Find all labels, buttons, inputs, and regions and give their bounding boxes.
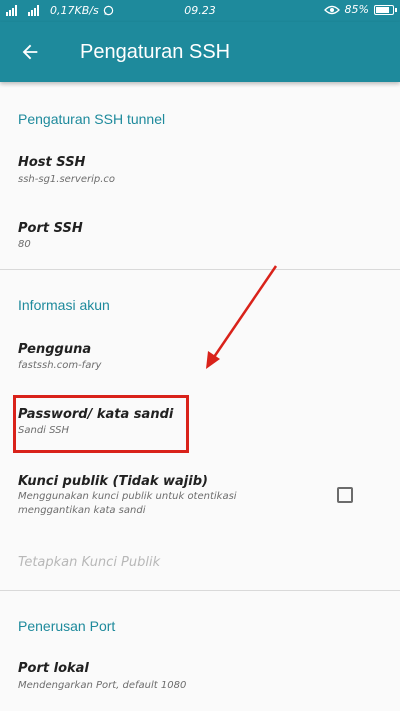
pref-local-port[interactable]: Port lokal Mendengarkan Port, default 10… <box>0 652 400 711</box>
pref-public-key-title: Kunci publik (Tidak wajib) <box>18 474 208 489</box>
pref-local-port-summary: Mendengarkan Port, default 1080 <box>18 680 187 691</box>
section-divider <box>0 269 400 270</box>
arrow-back-icon <box>22 44 38 60</box>
pref-username-summary: fastssh.com-fary <box>18 360 102 371</box>
screen: 0,17KB/s 09.23 85% Pengaturan SSH Pengat… <box>0 0 400 711</box>
annotation-highlight-box <box>13 395 189 453</box>
pref-port-ssh[interactable]: Port SSH 80 <box>0 212 400 272</box>
pref-port-ssh-title: Port SSH <box>18 221 83 236</box>
back-button[interactable] <box>12 34 48 70</box>
pref-set-public-key-title: Tetapkan Kunci Publik <box>18 555 161 570</box>
eye-icon <box>323 5 340 14</box>
section-header-account: Informasi akun <box>18 297 110 313</box>
pref-username-title: Pengguna <box>18 342 92 357</box>
pref-host-ssh-summary: ssh-sg1.serverip.co <box>18 174 116 185</box>
section-header-port-forwarding: Penerusan Port <box>18 618 116 634</box>
battery-icon <box>374 4 397 15</box>
battery-fill <box>376 6 389 13</box>
page-title: Pengaturan SSH <box>80 41 231 63</box>
battery-percent: 85% <box>344 3 369 16</box>
public-key-checkbox[interactable] <box>337 487 353 503</box>
status-right: 85% <box>323 3 397 16</box>
toolbar: Pengaturan SSH <box>0 22 400 82</box>
pref-local-port-title: Port lokal <box>18 661 89 676</box>
status-bar: 0,17KB/s 09.23 85% <box>0 0 400 22</box>
section-header-ssh-tunnel: Pengaturan SSH tunnel <box>18 111 166 127</box>
pref-port-ssh-summary: 80 <box>18 239 31 250</box>
pref-host-ssh[interactable]: Host SSH ssh-sg1.serverip.co <box>0 145 400 205</box>
pref-username[interactable]: Pengguna fastssh.com-fary <box>0 330 400 390</box>
pref-public-key[interactable]: Kunci publik (Tidak wajib) Menggunakan k… <box>0 465 400 527</box>
pref-public-key-summary-line1: Menggunakan kunci publik untuk otentikas… <box>18 491 237 502</box>
pref-host-ssh-title: Host SSH <box>18 155 86 170</box>
pref-public-key-summary-line2: menggantikan kata sandi <box>18 505 146 516</box>
section-divider <box>0 590 400 591</box>
pref-set-public-key: Tetapkan Kunci Publik <box>0 545 400 581</box>
